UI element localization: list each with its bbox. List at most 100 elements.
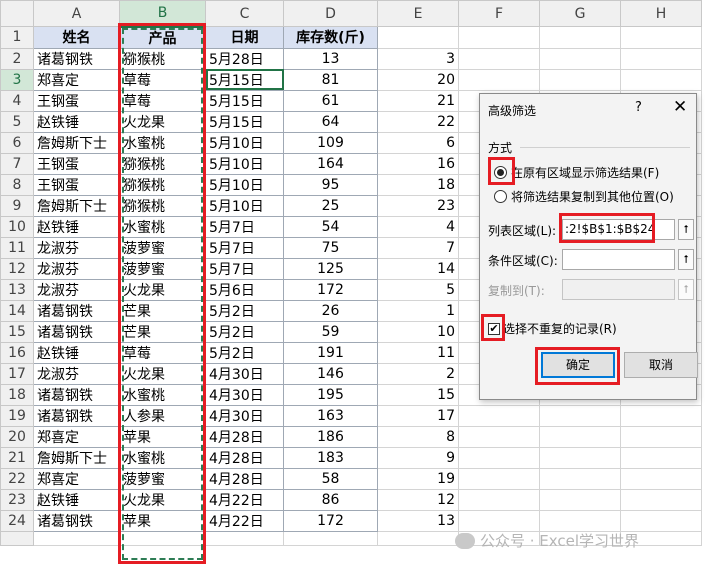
select-all-corner[interactable] bbox=[0, 0, 34, 27]
cell-date[interactable]: 5月28日 bbox=[205, 47, 284, 70]
cell[interactable] bbox=[620, 467, 702, 490]
cell-product[interactable]: 火龙果 bbox=[119, 362, 206, 385]
cell[interactable] bbox=[33, 530, 120, 546]
cell[interactable] bbox=[539, 467, 621, 490]
cell-stock[interactable]: 172 bbox=[283, 509, 378, 532]
cell[interactable] bbox=[539, 47, 621, 70]
cell-e[interactable]: 18 bbox=[377, 173, 459, 196]
cell[interactable] bbox=[539, 509, 621, 532]
cell-name[interactable]: 王钢蛋 bbox=[33, 152, 120, 175]
cell[interactable] bbox=[620, 509, 702, 532]
row-header[interactable]: 24 bbox=[0, 509, 34, 532]
cell-e[interactable]: 19 bbox=[377, 467, 459, 490]
cell-name[interactable]: 龙淑芬 bbox=[33, 278, 120, 301]
cell-date[interactable]: 5月6日 bbox=[205, 278, 284, 301]
cell-product[interactable]: 水蜜桃 bbox=[119, 131, 206, 154]
cell-product[interactable]: 水蜜桃 bbox=[119, 215, 206, 238]
cell-date[interactable]: 5月15日 bbox=[205, 110, 284, 133]
cell-date[interactable]: 5月2日 bbox=[205, 320, 284, 343]
row-header[interactable]: 7 bbox=[0, 152, 34, 175]
cell[interactable] bbox=[620, 404, 702, 427]
cell-product[interactable]: 猕猴桃 bbox=[119, 152, 206, 175]
cell-date[interactable]: 4月28日 bbox=[205, 467, 284, 490]
row-header[interactable] bbox=[0, 530, 34, 546]
cell-stock[interactable]: 75 bbox=[283, 236, 378, 259]
cell-product[interactable]: 苹果 bbox=[119, 509, 206, 532]
cell-date[interactable]: 5月7日 bbox=[205, 236, 284, 259]
cell-e[interactable]: 7 bbox=[377, 236, 459, 259]
cell-name[interactable]: 詹姆斯下士 bbox=[33, 446, 120, 469]
cell-product[interactable]: 菠萝蜜 bbox=[119, 257, 206, 280]
cell-name[interactable]: 郑喜定 bbox=[33, 425, 120, 448]
cell[interactable] bbox=[620, 26, 702, 49]
cell-e[interactable]: 2 bbox=[377, 362, 459, 385]
cell-e[interactable]: 22 bbox=[377, 110, 459, 133]
collapse-dialog-icon[interactable]: ⭡ bbox=[678, 279, 694, 300]
cell-product[interactable]: 草莓 bbox=[119, 89, 206, 112]
checkbox-checked-icon[interactable]: ✔ bbox=[488, 322, 500, 335]
column-header-c[interactable]: C bbox=[205, 0, 284, 27]
cell-e[interactable]: 3 bbox=[377, 47, 459, 70]
column-header-e[interactable]: E bbox=[377, 0, 459, 27]
row-header[interactable]: 19 bbox=[0, 404, 34, 427]
radio-copy-to-location[interactable]: 将筛选结果复制到其他位置(O) bbox=[494, 188, 674, 205]
cell-name[interactable]: 赵铁锤 bbox=[33, 215, 120, 238]
cell-stock[interactable]: 146 bbox=[283, 362, 378, 385]
collapse-dialog-icon[interactable]: ⭡ bbox=[678, 219, 694, 240]
cell-date[interactable]: 4月30日 bbox=[205, 362, 284, 385]
cell[interactable] bbox=[458, 488, 540, 511]
cell-e[interactable]: 6 bbox=[377, 131, 459, 154]
cell-e[interactable]: 4 bbox=[377, 215, 459, 238]
column-header-d[interactable]: D bbox=[283, 0, 378, 27]
cell-product[interactable]: 菠萝蜜 bbox=[119, 236, 206, 259]
cell[interactable] bbox=[377, 530, 459, 546]
row-header[interactable]: 3 bbox=[0, 68, 34, 91]
cell-product[interactable]: 猕猴桃 bbox=[119, 194, 206, 217]
cell-stock[interactable]: 58 bbox=[283, 467, 378, 490]
cell-stock[interactable]: 54 bbox=[283, 215, 378, 238]
cell[interactable] bbox=[620, 47, 702, 70]
cell-stock[interactable]: 191 bbox=[283, 341, 378, 364]
cell-product[interactable]: 猕猴桃 bbox=[119, 173, 206, 196]
cell-name[interactable]: 诸葛钢铁 bbox=[33, 509, 120, 532]
row-header[interactable]: 21 bbox=[0, 446, 34, 469]
cell-stock[interactable]: 163 bbox=[283, 404, 378, 427]
collapse-dialog-icon[interactable]: ⭡ bbox=[678, 249, 694, 270]
cell-stock[interactable]: 195 bbox=[283, 383, 378, 406]
cell-product[interactable]: 火龙果 bbox=[119, 278, 206, 301]
cell-product[interactable]: 猕猴桃 bbox=[119, 47, 206, 70]
unique-records-checkbox[interactable]: ✔ 选择不重复的记录(R) bbox=[488, 320, 617, 337]
cell-date[interactable]: 4月22日 bbox=[205, 509, 284, 532]
cell-name[interactable]: 诸葛钢铁 bbox=[33, 404, 120, 427]
cell-product[interactable]: 水蜜桃 bbox=[119, 446, 206, 469]
row-header[interactable]: 14 bbox=[0, 299, 34, 322]
row-header[interactable]: 22 bbox=[0, 467, 34, 490]
help-icon[interactable]: ? bbox=[635, 100, 642, 115]
cell-date[interactable]: 5月2日 bbox=[205, 341, 284, 364]
cell-stock[interactable]: 186 bbox=[283, 425, 378, 448]
cell-date[interactable]: 4月28日 bbox=[205, 425, 284, 448]
cell[interactable] bbox=[458, 47, 540, 70]
cell-name[interactable]: 赵铁锤 bbox=[33, 110, 120, 133]
cell-e[interactable]: 9 bbox=[377, 446, 459, 469]
cell[interactable] bbox=[458, 68, 540, 91]
cell[interactable] bbox=[205, 530, 284, 546]
cell[interactable] bbox=[377, 26, 459, 49]
ok-button[interactable]: 确定 bbox=[541, 352, 615, 378]
cell-name[interactable]: 郑喜定 bbox=[33, 68, 120, 91]
cell-stock[interactable]: 109 bbox=[283, 131, 378, 154]
column-header-b[interactable]: B bbox=[119, 0, 206, 28]
row-header[interactable]: 10 bbox=[0, 215, 34, 238]
cell-date[interactable]: 5月10日 bbox=[205, 131, 284, 154]
cell-stock[interactable]: 172 bbox=[283, 278, 378, 301]
column-header-h[interactable]: H bbox=[620, 0, 702, 27]
cell-e[interactable]: 8 bbox=[377, 425, 459, 448]
cell-product[interactable]: 草莓 bbox=[119, 68, 206, 91]
cell-name[interactable]: 诸葛钢铁 bbox=[33, 299, 120, 322]
cell-product[interactable]: 芒果 bbox=[119, 320, 206, 343]
cell-stock[interactable]: 59 bbox=[283, 320, 378, 343]
cell-product[interactable]: 苹果 bbox=[119, 425, 206, 448]
cell-date[interactable]: 4月30日 bbox=[205, 383, 284, 406]
cell-date[interactable]: 5月7日 bbox=[205, 215, 284, 238]
row-header[interactable]: 12 bbox=[0, 257, 34, 280]
